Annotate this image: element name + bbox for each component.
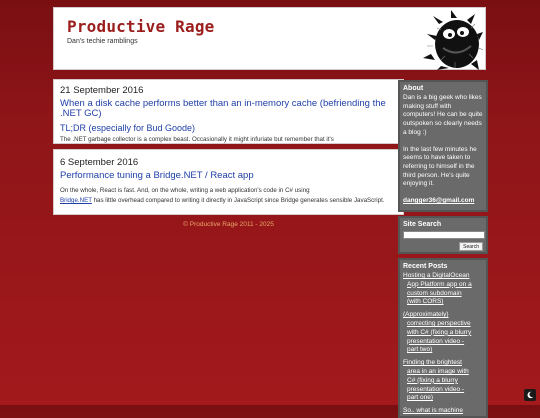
recent-posts-panel: Recent Posts Hosting a DigitalOcean App P… xyxy=(398,258,488,418)
search-heading: Site Search xyxy=(403,221,442,228)
recent-post-link[interactable]: So.. what is machine xyxy=(403,407,463,414)
search-button[interactable]: Search xyxy=(459,242,483,251)
bridge-net-link[interactable]: Bridge.NET xyxy=(60,197,92,204)
recent-post-item[interactable]: (Approximately) correcting perspective wit… xyxy=(403,311,483,355)
post-date: 6 September 2016 xyxy=(60,157,139,168)
recent-post-link[interactable]: Hosting a DigitalOcean App Platform app o… xyxy=(403,272,472,305)
moon-icon xyxy=(527,391,534,399)
site-header: Productive Rage Dan's techie ramblings xyxy=(53,7,486,70)
recent-posts-heading: Recent Posts xyxy=(403,263,448,270)
recent-post-item[interactable]: Finding the brightest area in an image wi… xyxy=(403,359,483,403)
about-panel: About Dan is a big geek who likes making… xyxy=(398,80,488,212)
about-text: Dan is a big geek who likes making stuff… xyxy=(403,94,483,136)
excerpt-text: On the whole, React is fast. And, on the… xyxy=(60,187,310,194)
recent-post-item[interactable]: Hosting a DigitalOcean App Platform app o… xyxy=(403,272,483,307)
search-input[interactable] xyxy=(403,231,485,239)
site-tagline: Dan's techie ramblings xyxy=(67,38,138,45)
post-excerpt: The .NET garbage collector is a complex … xyxy=(60,136,334,143)
about-text: In the last few minutes he seems to have… xyxy=(403,145,477,188)
email-link[interactable]: dangger36@gmail.com xyxy=(403,197,474,204)
search-panel: Site Search Search xyxy=(398,216,488,254)
about-heading: About xyxy=(403,85,424,92)
post-date: 21 September 2016 xyxy=(60,85,144,96)
site-footer: © Productive Rage 2011 - 2025 xyxy=(183,221,274,228)
recent-post-link[interactable]: (Approximately) correcting perspective wit… xyxy=(403,311,471,353)
post-title-link[interactable]: When a disk cache performs better than a… xyxy=(60,99,390,119)
post-card: 6 September 2016 Performance tuning a Br… xyxy=(53,149,404,215)
post-title-link[interactable]: Performance tuning a Bridge.NET / React … xyxy=(60,171,390,181)
site-title[interactable]: Productive Rage xyxy=(67,17,215,36)
recent-post-link[interactable]: Finding the brightest area in an image wi… xyxy=(403,359,469,401)
recent-post-item[interactable]: So.. what is machine xyxy=(403,407,483,416)
fuzzy-monster-logo xyxy=(423,10,483,70)
post-subheading: TL;DR (especially for Bud Goode) xyxy=(60,123,196,133)
dark-mode-toggle[interactable] xyxy=(524,389,536,401)
recent-posts-list: Hosting a DigitalOcean App Platform app o… xyxy=(400,272,486,416)
post-excerpt: On the whole, React is fast. And, on the… xyxy=(60,186,398,206)
excerpt-text: has little overhead compared to writing … xyxy=(93,197,385,204)
post-card: 21 September 2016 When a disk cache perf… xyxy=(53,79,404,144)
